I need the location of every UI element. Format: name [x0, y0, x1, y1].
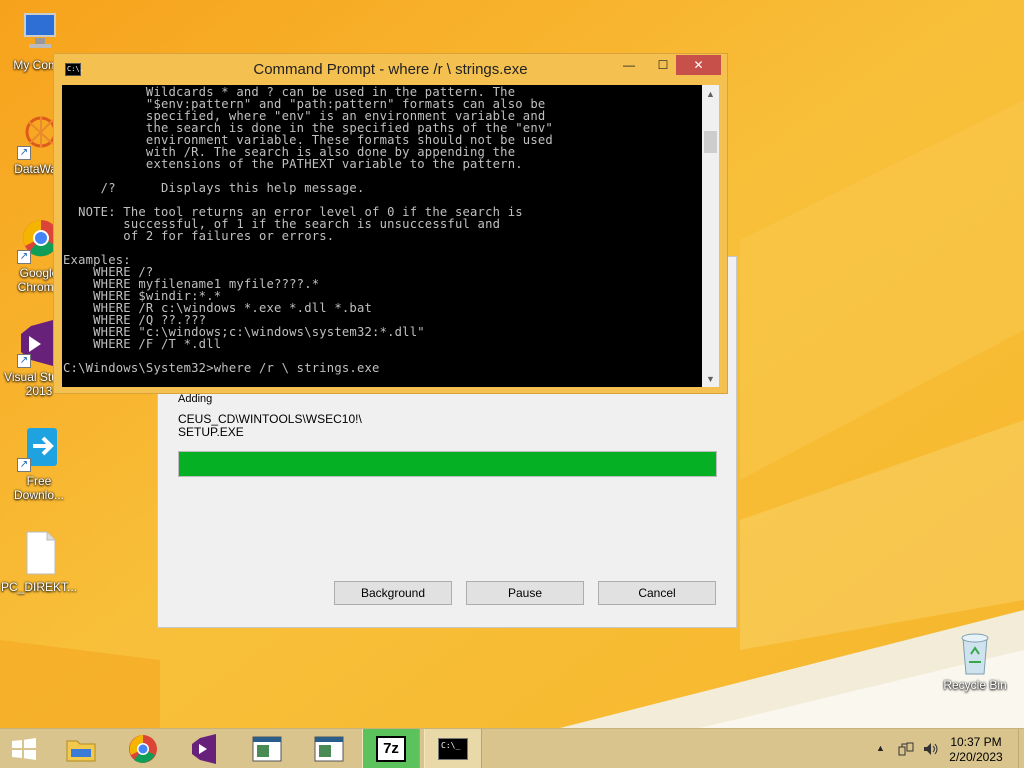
7zip-icon: 7z — [376, 736, 406, 762]
background-button[interactable]: Background — [334, 581, 452, 605]
shortcut-arrow-icon: ↗ — [17, 354, 31, 368]
vertical-scrollbar[interactable]: ▲ ▼ — [702, 85, 719, 387]
windows-logo-icon — [12, 738, 36, 760]
scroll-up-icon[interactable]: ▲ — [702, 85, 719, 102]
scroll-down-icon[interactable]: ▼ — [702, 370, 719, 387]
network-icon[interactable] — [898, 741, 914, 760]
desktop-icon-recycle-bin[interactable]: Recycle Bin — [936, 628, 1014, 692]
command-prompt-window[interactable]: C:\. Command Prompt - where /r \ strings… — [53, 53, 728, 394]
free-download-icon: ↗ — [15, 424, 63, 472]
taskbar-clock[interactable]: 10:37 PM 2/20/2023 — [946, 735, 1006, 765]
minimize-button[interactable]: — — [616, 55, 642, 75]
show-hidden-icons-chevron-icon[interactable]: ▲ — [876, 743, 885, 753]
shortcut-arrow-icon: ↗ — [17, 250, 31, 264]
visual-studio-icon — [192, 734, 216, 764]
folder-icon — [66, 740, 96, 762]
window-titlebar[interactable]: C:\. Command Prompt - where /r \ strings… — [54, 54, 727, 86]
volume-icon[interactable] — [922, 741, 940, 760]
taskbar-app-window-1[interactable] — [238, 729, 296, 768]
taskbar-file-explorer[interactable] — [52, 729, 110, 768]
taskbar-chrome[interactable] — [114, 729, 172, 768]
cmd-icon: C:\_ — [438, 738, 468, 760]
console-output[interactable]: Wildcards * and ? can be used in the pat… — [62, 85, 702, 387]
cancel-button[interactable]: Cancel — [598, 581, 716, 605]
console-text: Wildcards * and ? can be used in the pat… — [63, 85, 553, 375]
clock-time: 10:37 PM — [950, 735, 1002, 749]
close-button[interactable]: ✕ — [676, 55, 721, 75]
taskbar-7zip[interactable]: 7z — [362, 729, 420, 768]
installer-path-line1: CEUS_CD\WINTOOLS\WSEC10!\ — [178, 412, 362, 426]
clock-date: 2/20/2023 — [949, 750, 1003, 764]
progress-bar-fill — [179, 452, 716, 476]
desktop-icon-label: PC_DIREKT... — [0, 580, 78, 594]
installer-progress-bar — [178, 451, 717, 477]
file-icon — [15, 530, 63, 578]
computer-icon — [15, 8, 63, 56]
window-icon — [252, 736, 282, 762]
taskbar: 7z C:\_ ▲ 10:37 PM 2/20/2023 — [0, 728, 1024, 768]
taskbar-command-prompt[interactable]: C:\_ — [424, 729, 482, 768]
desktop-icon-pc-direkt[interactable]: PC_DIREKT... — [0, 530, 78, 594]
pause-button[interactable]: Pause — [466, 581, 584, 605]
taskbar-visual-studio[interactable] — [176, 729, 234, 768]
installer-status-label: Adding — [178, 393, 213, 405]
shortcut-arrow-icon: ↗ — [17, 146, 31, 160]
scrollbar-thumb[interactable] — [704, 131, 717, 153]
shortcut-arrow-icon: ↗ — [17, 458, 31, 472]
desktop-icon-free-download[interactable]: ↗ Free Downlo... — [0, 424, 78, 502]
recycle-bin-icon — [951, 628, 999, 676]
installer-path-line2: SETUP.EXE — [178, 425, 244, 439]
show-desktop-button[interactable] — [1018, 729, 1024, 768]
desktop-icon-label: Free Downlo... — [13, 474, 65, 502]
desktop-icon-label: Recycle Bin — [943, 678, 1007, 692]
taskbar-app-window-2[interactable] — [300, 729, 358, 768]
chrome-icon — [129, 735, 157, 763]
window-icon — [314, 736, 344, 762]
start-button[interactable] — [0, 729, 48, 768]
maximize-button[interactable]: ☐ — [650, 55, 676, 75]
